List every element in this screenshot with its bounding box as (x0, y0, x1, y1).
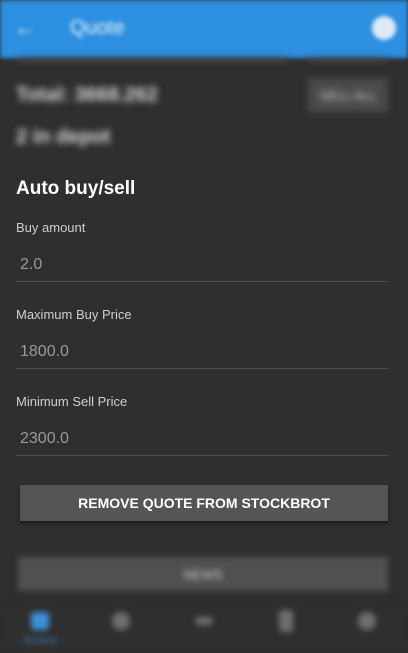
nav-item-label: Stockbrot (23, 636, 57, 645)
app-bar: ← Quote (0, 0, 408, 58)
remove-quote-button[interactable]: REMOVE QUOTE FROM STOCKBROT (20, 485, 388, 521)
nav-item-settings[interactable] (337, 606, 397, 650)
info-icon[interactable] (372, 16, 396, 40)
min-sell-price-label: Minimum Sell Price (16, 394, 128, 409)
nav-item-swap[interactable] (174, 606, 234, 650)
bottom-nav: Stockbrot (0, 602, 408, 653)
sell-all-button[interactable]: SELL ALL (308, 78, 388, 112)
max-buy-price-label: Maximum Buy Price (16, 307, 132, 322)
page-title: Quote (70, 17, 125, 39)
max-buy-price-field[interactable] (16, 335, 388, 369)
search-icon (112, 612, 130, 630)
quote-summary: Total: 3668.262 SELL ALL 2 in depot (0, 58, 408, 168)
buy-amount-field[interactable] (16, 248, 388, 282)
buy-amount-label: Buy amount (16, 220, 86, 235)
divider (308, 58, 388, 62)
swap-icon (195, 617, 213, 625)
nav-item-document[interactable] (256, 606, 316, 650)
news-button[interactable]: NEWS (18, 557, 388, 591)
divider (18, 58, 288, 62)
nav-item-stockbrot[interactable]: Stockbrot (10, 606, 70, 650)
min-sell-price-field[interactable] (16, 422, 388, 456)
home-icon (31, 612, 49, 630)
nav-item-search[interactable] (91, 606, 151, 650)
auto-buy-sell-title: Auto buy/sell (16, 178, 136, 199)
depot-count: 2 in depot (16, 126, 111, 148)
bottom-area: NEWS Stockbrot (0, 548, 408, 653)
document-icon (279, 610, 293, 632)
total-value: Total: 3668.262 (16, 84, 158, 106)
back-arrow-icon[interactable]: ← (14, 15, 36, 41)
settings-icon (358, 612, 376, 630)
